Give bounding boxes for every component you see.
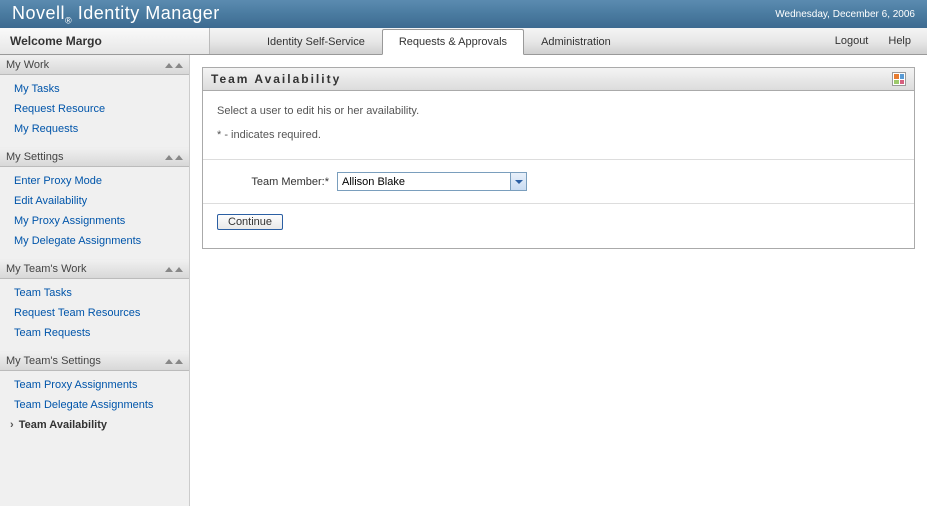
main-content: Team Availability Select a user to edit … — [190, 55, 927, 506]
continue-button[interactable]: Continue — [217, 214, 283, 230]
tab-identity-self-service[interactable]: Identity Self-Service — [250, 29, 382, 54]
sidebar-items-my-work: My Tasks Request Resource My Requests — [0, 75, 189, 147]
registered-mark: ® — [65, 15, 72, 25]
sidebar-item-enter-proxy-mode[interactable]: Enter Proxy Mode — [0, 171, 189, 191]
top-right-links: Logout Help — [835, 28, 927, 54]
tab-bar: Identity Self-Service Requests & Approva… — [210, 28, 835, 54]
sidebar-item-my-tasks[interactable]: My Tasks — [0, 79, 189, 99]
sidebar-item-team-requests[interactable]: Team Requests — [0, 323, 189, 343]
sidebar-section-label: My Work — [6, 59, 49, 71]
button-row: Continue — [217, 204, 900, 234]
brand-name: Novell — [12, 3, 65, 23]
sidebar-section-my-settings[interactable]: My Settings — [0, 147, 189, 167]
team-member-combo[interactable] — [337, 172, 527, 191]
panel-header: Team Availability — [203, 68, 914, 91]
team-member-label: Team Member:* — [217, 176, 337, 188]
sidebar: My Work My Tasks Request Resource My Req… — [0, 55, 190, 506]
collapse-icon — [165, 359, 183, 364]
content-wrap: My Work My Tasks Request Resource My Req… — [0, 55, 927, 506]
logout-link[interactable]: Logout — [835, 35, 869, 47]
sidebar-section-my-teams-work[interactable]: My Team's Work — [0, 259, 189, 279]
sidebar-section-label: My Settings — [6, 151, 63, 163]
sidebar-items-my-teams-work: Team Tasks Request Team Resources Team R… — [0, 279, 189, 351]
sidebar-section-label: My Team's Work — [6, 263, 87, 275]
team-member-dropdown-button[interactable] — [510, 173, 526, 190]
sidebar-item-my-requests[interactable]: My Requests — [0, 119, 189, 139]
tab-administration[interactable]: Administration — [524, 29, 628, 54]
sidebar-items-my-teams-settings: Team Proxy Assignments Team Delegate Ass… — [0, 371, 189, 443]
sidebar-item-edit-availability[interactable]: Edit Availability — [0, 191, 189, 211]
panel-body: Select a user to edit his or her availab… — [203, 91, 914, 248]
sidebar-item-team-delegate-assignments[interactable]: Team Delegate Assignments — [0, 395, 189, 415]
team-member-input[interactable] — [337, 172, 527, 191]
sidebar-section-my-work[interactable]: My Work — [0, 55, 189, 75]
form-row-team-member: Team Member:* — [203, 160, 914, 204]
app-header: Novell® Identity Manager Wednesday, Dece… — [0, 0, 927, 28]
sidebar-item-request-resource[interactable]: Request Resource — [0, 99, 189, 119]
chevron-down-icon — [515, 180, 523, 184]
product-name: Identity Manager — [78, 3, 220, 23]
sidebar-item-team-proxy-assignments[interactable]: Team Proxy Assignments — [0, 375, 189, 395]
sidebar-section-label: My Team's Settings — [6, 355, 101, 367]
help-link[interactable]: Help — [888, 35, 911, 47]
panel-options-icon[interactable] — [892, 72, 906, 86]
sidebar-item-team-tasks[interactable]: Team Tasks — [0, 283, 189, 303]
app-title: Novell® Identity Manager — [12, 3, 220, 26]
panel-title: Team Availability — [211, 72, 341, 86]
sidebar-items-my-settings: Enter Proxy Mode Edit Availability My Pr… — [0, 167, 189, 259]
tab-requests-approvals[interactable]: Requests & Approvals — [382, 29, 524, 55]
collapse-icon — [165, 155, 183, 160]
sidebar-item-my-delegate-assignments[interactable]: My Delegate Assignments — [0, 231, 189, 251]
sidebar-item-team-availability[interactable]: Team Availability — [0, 415, 189, 435]
sidebar-section-my-teams-settings[interactable]: My Team's Settings — [0, 351, 189, 371]
panel-instruction: Select a user to edit his or her availab… — [217, 105, 900, 117]
panel-team-availability: Team Availability Select a user to edit … — [202, 67, 915, 249]
sub-header: Welcome Margo Identity Self-Service Requ… — [0, 28, 927, 55]
required-note: * - indicates required. — [217, 129, 900, 141]
collapse-icon — [165, 267, 183, 272]
sidebar-item-request-team-resources[interactable]: Request Team Resources — [0, 303, 189, 323]
sidebar-item-my-proxy-assignments[interactable]: My Proxy Assignments — [0, 211, 189, 231]
welcome-text: Welcome Margo — [0, 28, 210, 54]
collapse-icon — [165, 63, 183, 68]
header-date: Wednesday, December 6, 2006 — [775, 9, 915, 20]
